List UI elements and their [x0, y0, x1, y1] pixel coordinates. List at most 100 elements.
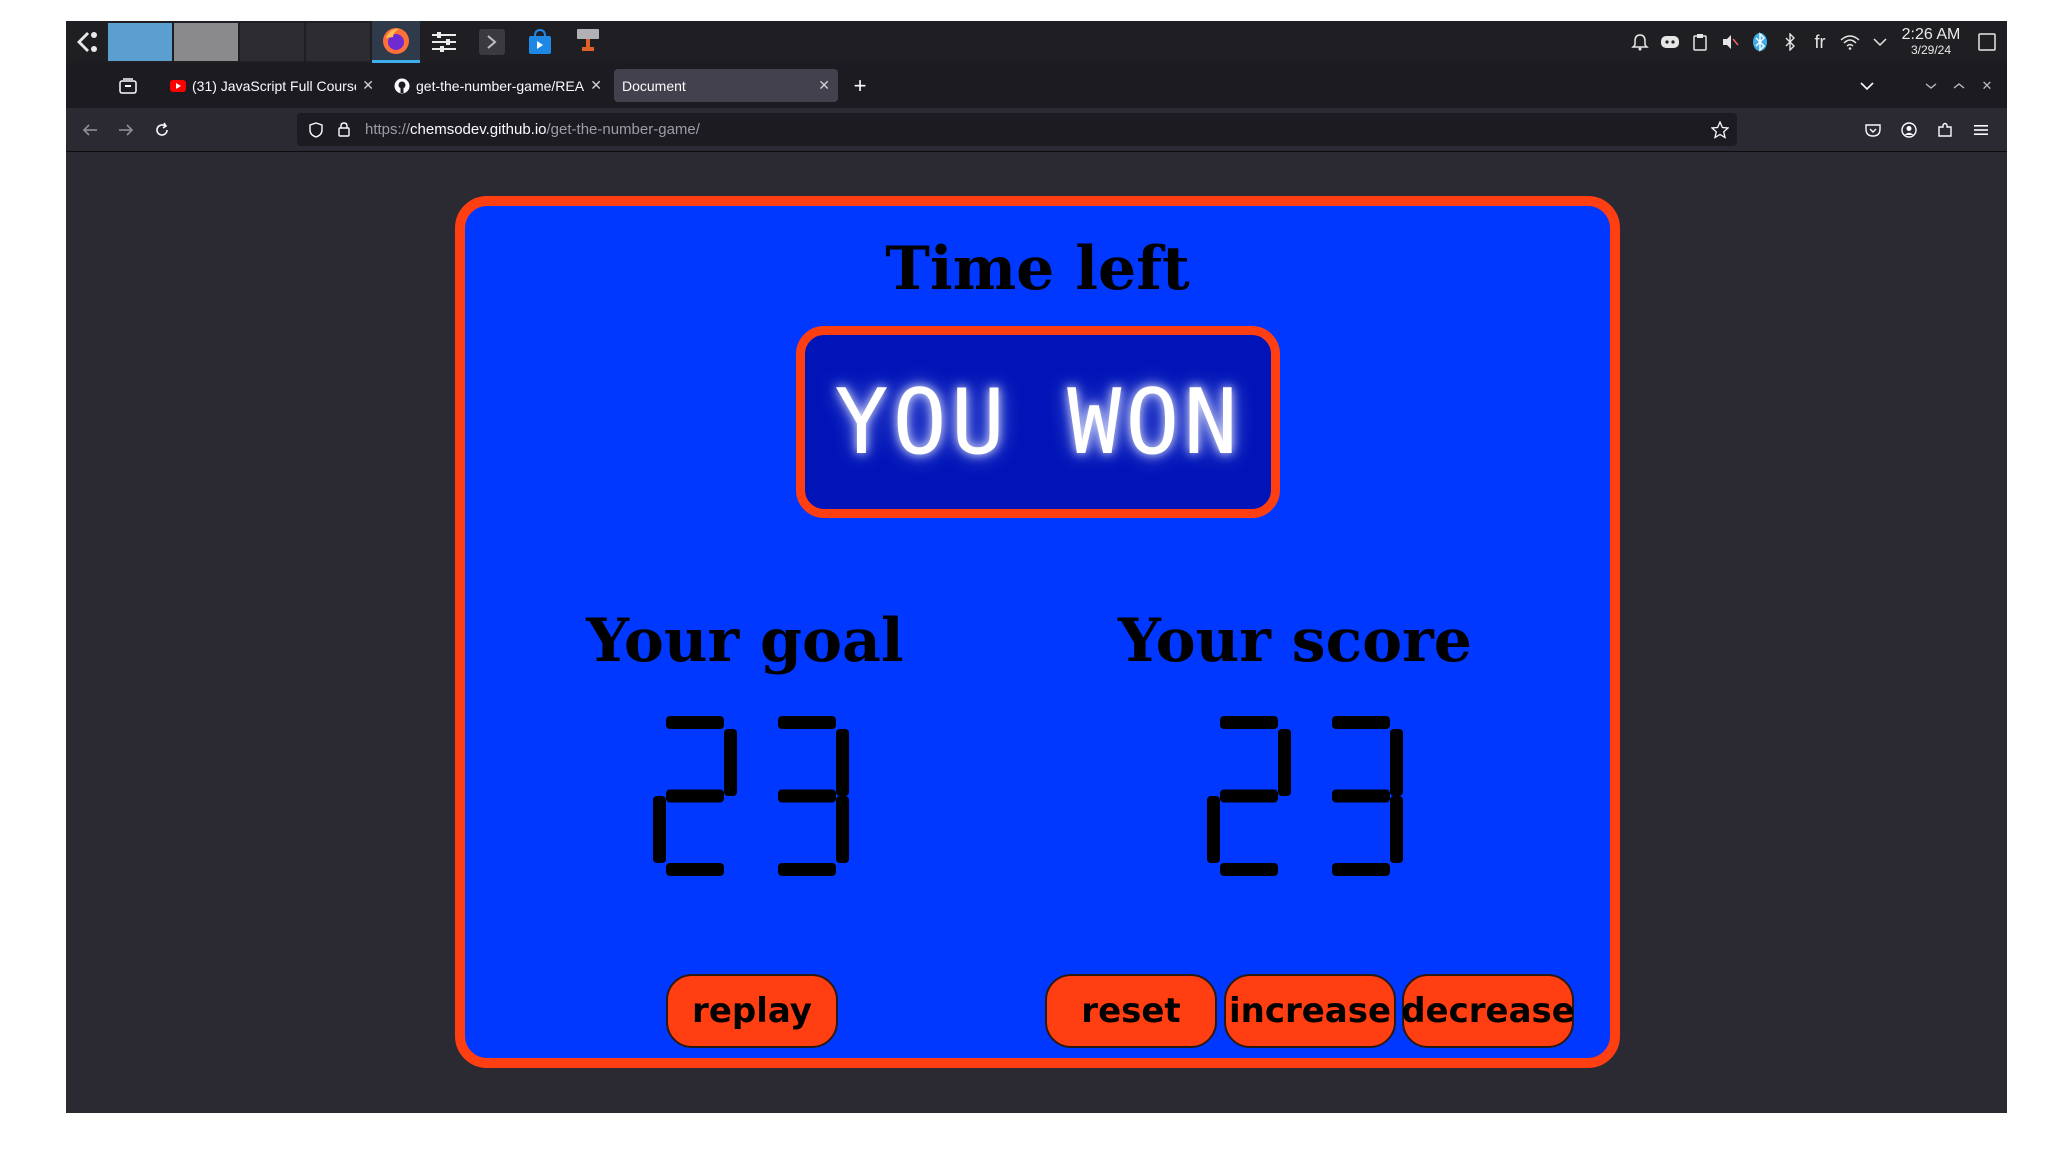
store-icon — [529, 28, 551, 54]
minimize-icon — [1925, 82, 1937, 89]
desktop-1[interactable] — [108, 23, 174, 61]
back-button[interactable] — [72, 112, 108, 148]
score-digit-2-segment-d — [1332, 863, 1390, 876]
desktop-2[interactable] — [174, 23, 240, 61]
clipboard-icon[interactable] — [1685, 21, 1715, 63]
decrease-button[interactable]: decrease — [1401, 974, 1575, 1048]
goal-digit-2-segment-d — [778, 863, 836, 876]
score-digit-1-segment-e — [1207, 796, 1220, 863]
app-launcher[interactable] — [66, 21, 108, 63]
launcher-icon — [77, 32, 97, 52]
tab-close-icon[interactable]: ✕ — [590, 77, 602, 94]
taskbar-firefox[interactable] — [372, 21, 420, 63]
score-digit-2-segment-c — [1390, 796, 1403, 863]
goal-digit-1-segment-b — [724, 729, 737, 796]
minimize-window-button[interactable] — [1917, 82, 1945, 90]
tab-close-icon[interactable]: ✕ — [362, 77, 374, 94]
discord-icon[interactable] — [1655, 21, 1685, 63]
score-digit-2-segment-a — [1332, 716, 1390, 729]
score-digit-2-segment-b — [1390, 729, 1403, 796]
volume-muted-icon[interactable] — [1715, 21, 1745, 63]
score-heading: Your score — [1118, 606, 1472, 676]
maximize-window-button[interactable] — [1945, 82, 1973, 90]
goal-heading: Your goal — [586, 606, 904, 676]
app-menu-button[interactable] — [1963, 112, 1999, 148]
taskbar-network[interactable] — [564, 21, 612, 63]
new-tab-button[interactable]: + — [842, 73, 878, 99]
browser-tab-bar: (31) JavaScript Full Course ✕ get-the-nu… — [66, 63, 2007, 108]
notifications-icon[interactable] — [1625, 21, 1655, 63]
goal-digit-2-segment-b — [836, 729, 849, 796]
list-all-tabs-button[interactable] — [1847, 81, 1887, 91]
firefox-view-icon[interactable] — [110, 77, 146, 94]
url-bar[interactable]: https://chemsodev.github.io/get-the-numb… — [297, 113, 1737, 146]
wifi-icon[interactable] — [1835, 21, 1865, 63]
goal-digit-2-segment-a — [778, 716, 836, 729]
page-content: Time left YOU WON Your goal Your score 2… — [66, 152, 2007, 1113]
lock-icon[interactable] — [331, 122, 357, 137]
tab-github[interactable]: get-the-number-game/READ ✕ — [386, 69, 610, 102]
goal-digit-1-segment-e — [653, 796, 666, 863]
virtual-desktop-pager — [108, 23, 372, 61]
increase-button[interactable]: increase — [1224, 974, 1396, 1048]
forward-button[interactable] — [108, 112, 144, 148]
network-icon — [577, 29, 599, 51]
terminal-icon — [479, 29, 505, 55]
github-icon — [394, 78, 410, 93]
goal-digit-1-segment-g — [666, 789, 724, 803]
goal-digit-2-segment-c — [836, 796, 849, 863]
plus-icon: + — [853, 72, 867, 98]
desktop-4[interactable] — [306, 23, 372, 61]
goal-digit-1-segment-d — [666, 863, 724, 876]
reload-button[interactable] — [144, 112, 180, 148]
goal-digit-2-segment-g — [778, 789, 836, 803]
taskbar: fr 2:26 AM 3/29/24 — [66, 21, 2007, 63]
taskbar-terminal[interactable] — [468, 21, 516, 63]
timer-display-text: YOU WON — [834, 369, 1242, 475]
keyboard-layout[interactable]: fr — [1805, 21, 1835, 63]
close-icon: ✕ — [1981, 77, 1993, 93]
firefox-icon — [383, 27, 409, 54]
pocket-button[interactable] — [1855, 112, 1891, 148]
desktop-screen: fr 2:26 AM 3/29/24 (31) JavaScript Full … — [66, 21, 2007, 1113]
bluetooth-icon[interactable] — [1775, 21, 1805, 63]
reset-button[interactable]: reset — [1045, 974, 1217, 1048]
show-desktop-icon[interactable] — [1967, 21, 2007, 63]
maximize-icon — [1953, 82, 1965, 89]
taskbar-store[interactable] — [516, 21, 564, 63]
url-path: /get-the-number-game/ — [546, 121, 700, 138]
shield-icon[interactable] — [301, 121, 331, 138]
game-panel: Time left YOU WON Your goal Your score 2… — [455, 196, 1620, 1068]
url-scheme: https:// — [365, 121, 411, 138]
account-button[interactable] — [1891, 112, 1927, 148]
arrow-left-icon — [82, 123, 97, 136]
tab-title: Document — [622, 77, 686, 94]
url-host: chemsodev.github.io — [410, 121, 547, 138]
score-digit-1-segment-g — [1220, 789, 1278, 803]
time-left-heading: Time left — [885, 234, 1190, 304]
clock[interactable]: 2:26 AM 3/29/24 — [1895, 26, 1967, 56]
score-digit-1-segment-d — [1220, 863, 1278, 876]
clock-time: 2:26 AM — [1901, 26, 1961, 44]
bluetooth-active-icon[interactable] — [1745, 21, 1775, 63]
score-value-text: 23 — [465, 206, 466, 207]
bookmark-star-icon[interactable] — [1711, 120, 1729, 139]
tab-youtube[interactable]: (31) JavaScript Full Course ✕ — [162, 69, 382, 102]
close-window-button[interactable]: ✕ — [1973, 78, 2001, 94]
score-digit-2-segment-g — [1332, 789, 1390, 803]
tray-expand-icon[interactable] — [1865, 21, 1895, 63]
chevron-down-icon — [1860, 81, 1874, 90]
extensions-button[interactable] — [1927, 112, 1963, 148]
goal-value-text: 23 — [465, 206, 466, 207]
goal-digit-1-segment-a — [666, 716, 724, 729]
tab-close-icon[interactable]: ✕ — [818, 77, 830, 94]
puzzle-icon — [1938, 122, 1952, 137]
reload-icon — [156, 122, 168, 136]
replay-button[interactable]: replay — [666, 974, 838, 1048]
score-value-display — [1207, 716, 1403, 876]
system-tray: fr 2:26 AM 3/29/24 — [1625, 21, 2007, 63]
tab-document[interactable]: Document ✕ — [614, 69, 838, 102]
taskbar-mixer[interactable] — [420, 21, 468, 63]
desktop-3[interactable] — [240, 23, 306, 61]
mixer-icon — [432, 32, 456, 52]
